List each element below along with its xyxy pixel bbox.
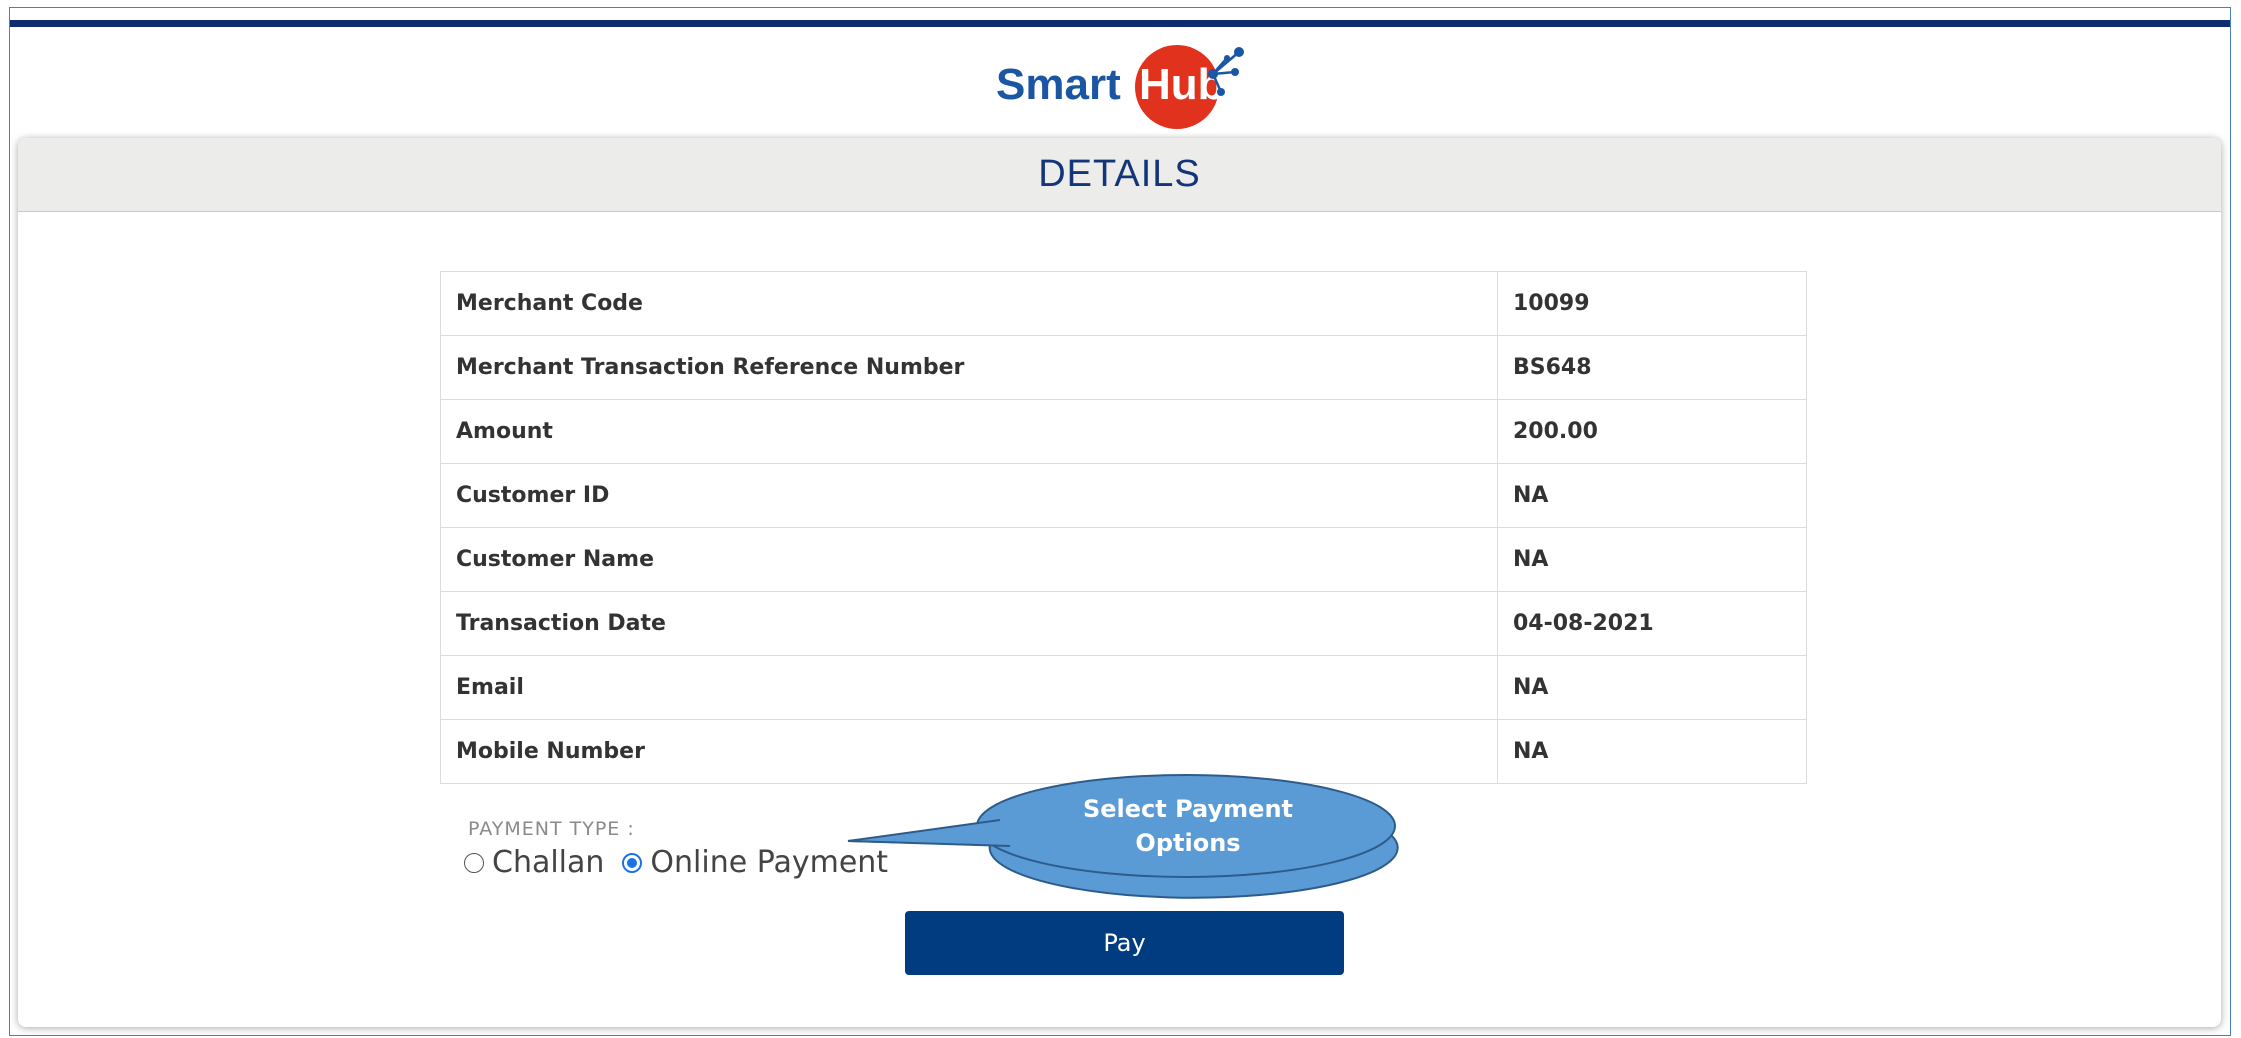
customer-name-label: Customer Name [440,527,1498,592]
amount-label: Amount [440,399,1498,464]
email-label: Email [440,655,1498,720]
customer-id-value: NA [1497,463,1807,528]
transaction-date-value: 04-08-2021 [1497,591,1807,656]
customer-id-label: Customer ID [440,463,1498,528]
table-row: Transaction Date 04-08-2021 [440,591,1807,656]
amount-value: 200.00 [1497,399,1807,464]
pay-button[interactable]: Pay [905,911,1344,975]
details-card: DETAILS Merchant Code 10099 Merchant Tra… [18,138,2221,1027]
merchant-code-value: 10099 [1497,271,1807,336]
table-row: Customer ID NA [440,463,1807,528]
table-row: Mobile Number NA [440,719,1807,784]
online-payment-label: Online Payment [650,845,889,880]
table-row: Merchant Code 10099 [440,271,1807,336]
network-nodes-icon [1208,47,1244,96]
details-table: Merchant Code 10099 Merchant Transaction… [440,271,1807,784]
merchant-code-label: Merchant Code [440,271,1498,336]
email-value: NA [1497,655,1807,720]
smarthub-logo: Smart Hub [987,38,1257,132]
payment-type-label: PAYMENT TYPE : [468,818,635,840]
page-title: DETAILS [1038,153,1201,195]
callout-line-2: Options [1135,829,1241,857]
logo-smart-text: Smart [996,60,1121,109]
online-payment-option[interactable]: Online Payment [622,845,888,880]
mobile-number-value: NA [1497,719,1807,784]
reference-number-value: BS648 [1497,335,1807,400]
page-frame: Smart Hub DETAILS Merchant Code 10099 Me… [9,7,2231,1036]
challan-radio[interactable] [464,852,484,873]
payment-type-options: Challan Online Payment [464,845,906,880]
table-row: Amount 200.00 [440,399,1807,464]
callout-text: Select Payment Options [1038,792,1338,860]
table-row: Merchant Transaction Reference Number BS… [440,335,1807,400]
reference-number-label: Merchant Transaction Reference Number [440,335,1498,400]
table-row: Email NA [440,655,1807,720]
callout-line-1: Select Payment [1082,795,1293,823]
customer-name-value: NA [1497,527,1807,592]
top-navy-bar [10,20,2230,27]
table-row: Customer Name NA [440,527,1807,592]
card-header: DETAILS [18,138,2221,212]
challan-label: Challan [492,845,605,880]
transaction-date-label: Transaction Date [440,591,1498,656]
mobile-number-label: Mobile Number [440,719,1498,784]
online-payment-radio[interactable] [622,852,643,873]
challan-option[interactable]: Challan [464,845,604,880]
